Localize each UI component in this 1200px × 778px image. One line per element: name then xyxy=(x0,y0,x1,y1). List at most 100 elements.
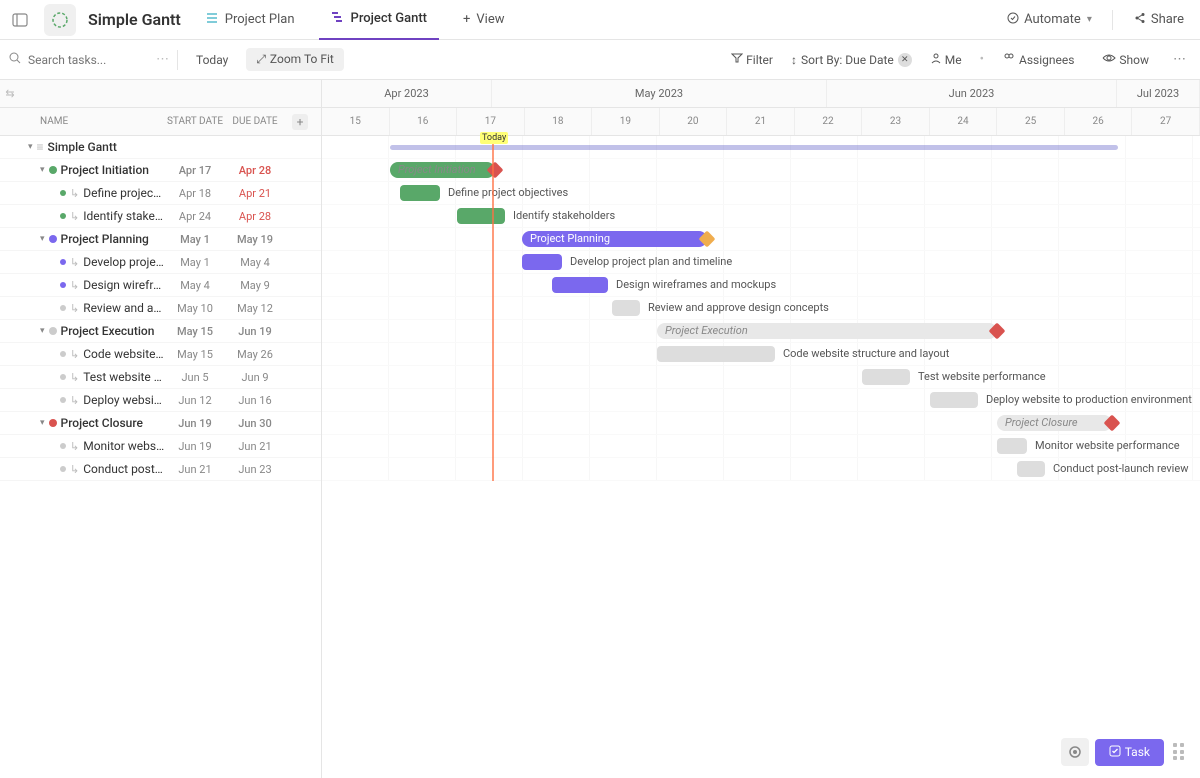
filter-icon xyxy=(731,53,743,67)
column-due[interactable]: Due Date xyxy=(225,116,285,127)
gantt-task-bar[interactable]: Develop project plan and timeline xyxy=(522,254,562,270)
sort-clear-button[interactable]: ✕ xyxy=(898,53,912,67)
automate-button[interactable]: Automate ▾ xyxy=(998,7,1100,33)
start-date-cell[interactable]: May 4 xyxy=(165,279,225,292)
due-date-cell[interactable]: May 26 xyxy=(225,348,285,361)
group-row[interactable]: ▾Project InitiationApr 17Apr 28 xyxy=(0,159,321,182)
week-header-cell: 18 xyxy=(525,108,593,135)
task-row[interactable]: ↳Code website structure and layoutMay 15… xyxy=(0,343,321,366)
share-button[interactable]: Share xyxy=(1125,7,1192,33)
share-icon xyxy=(1133,11,1147,29)
start-date-cell[interactable]: Jun 19 xyxy=(165,440,225,453)
expand-all-icon[interactable]: ⇆ xyxy=(0,87,20,100)
task-row[interactable]: ↳Deploy website to production environmen… xyxy=(0,389,321,412)
add-column-button[interactable]: + xyxy=(292,114,308,130)
group-row[interactable]: ▾Project ClosureJun 19Jun 30 xyxy=(0,412,321,435)
gantt-task-bar[interactable]: Review and approve design concepts xyxy=(612,300,640,316)
group-row[interactable]: ▾Project PlanningMay 1May 19 xyxy=(0,228,321,251)
zoom-to-fit-button[interactable]: ⤢Zoom To Fit xyxy=(246,48,344,71)
tab-project-gantt[interactable]: Project Gantt xyxy=(319,0,439,40)
column-name[interactable]: Name xyxy=(0,116,165,127)
due-date-cell[interactable]: Jun 30 xyxy=(225,417,285,430)
show-button[interactable]: Show xyxy=(1092,48,1159,71)
due-date-cell[interactable]: Jun 16 xyxy=(225,394,285,407)
gantt-task-bar[interactable]: Test website performance xyxy=(862,369,910,385)
apps-grid-button[interactable] xyxy=(1170,740,1188,764)
task-row[interactable]: ↳Identify stakeholdersApr 24Apr 28 xyxy=(0,205,321,228)
due-date-cell[interactable]: Jun 9 xyxy=(225,371,285,384)
me-button[interactable]: Me xyxy=(920,48,972,71)
caret-icon[interactable]: ▾ xyxy=(40,234,45,244)
users-icon xyxy=(1002,53,1016,67)
gantt-task-bar[interactable]: Define project objectives xyxy=(400,185,440,201)
gantt-task-bar[interactable]: Deploy website to production environment xyxy=(930,392,978,408)
separator xyxy=(177,50,178,70)
search-input[interactable] xyxy=(28,53,128,67)
gantt-group-bar[interactable]: Project Closure xyxy=(997,415,1112,431)
due-date-cell[interactable]: Apr 28 xyxy=(225,210,285,223)
caret-icon[interactable]: ▾ xyxy=(40,326,45,336)
month-header-cell: Jun 2023 xyxy=(827,80,1117,107)
gantt-task-bar[interactable]: Code website structure and layout xyxy=(657,346,775,362)
gantt-task-bar[interactable]: Identify stakeholders xyxy=(457,208,505,224)
gantt-row: Project Execution xyxy=(322,320,1200,343)
due-date-cell[interactable]: May 12 xyxy=(225,302,285,315)
task-row[interactable]: ↳Conduct post-launch reviewJun 21Jun 23 xyxy=(0,458,321,481)
due-date-cell[interactable]: May 9 xyxy=(225,279,285,292)
filter-button[interactable]: Filter xyxy=(721,48,783,71)
start-date-cell[interactable]: Apr 18 xyxy=(165,187,225,200)
start-date-cell[interactable]: May 1 xyxy=(165,256,225,269)
start-date-cell[interactable]: Jun 19 xyxy=(165,417,225,430)
start-date-cell[interactable]: May 15 xyxy=(165,325,225,338)
gantt-row: Project Closure xyxy=(322,412,1200,435)
gantt-task-bar[interactable]: Conduct post-launch review xyxy=(1017,461,1045,477)
task-row[interactable]: ↳Test website performanceJun 5Jun 9 xyxy=(0,366,321,389)
gantt-scroll-thumb[interactable] xyxy=(390,145,1118,150)
group-row[interactable]: ▾≡Simple Gantt xyxy=(0,136,321,159)
start-date-cell[interactable]: Jun 5 xyxy=(165,371,225,384)
gantt-group-bar[interactable]: Project Execution xyxy=(657,323,997,339)
start-date-cell[interactable]: May 15 xyxy=(165,348,225,361)
task-row[interactable]: ↳Monitor website performanceJun 19Jun 21 xyxy=(0,435,321,458)
start-date-cell[interactable]: Apr 24 xyxy=(165,210,225,223)
start-date-cell[interactable]: May 10 xyxy=(165,302,225,315)
add-view-button[interactable]: + View xyxy=(451,0,517,40)
month-header-cell: May 2023 xyxy=(492,80,827,107)
start-date-cell[interactable]: Apr 17 xyxy=(165,164,225,177)
due-date-cell[interactable]: Jun 23 xyxy=(225,463,285,476)
caret-icon[interactable]: ▾ xyxy=(28,142,33,152)
week-header-cell: 25 xyxy=(997,108,1065,135)
due-date-cell[interactable]: May 19 xyxy=(225,233,285,246)
start-date-cell[interactable]: Jun 12 xyxy=(165,394,225,407)
gantt-group-bar[interactable]: Project Planning xyxy=(522,231,707,247)
new-task-button[interactable]: Task xyxy=(1095,739,1164,766)
due-date-cell[interactable]: Jun 21 xyxy=(225,440,285,453)
assignees-button[interactable]: Assignees xyxy=(992,48,1084,71)
due-date-cell[interactable]: Apr 21 xyxy=(225,187,285,200)
more-icon[interactable]: ⋯ xyxy=(156,52,169,67)
gantt-task-bar[interactable]: Monitor website performance xyxy=(997,438,1027,454)
sort-chip[interactable]: ↕ Sort By: Due Date ✕ xyxy=(791,53,912,67)
more-options-icon[interactable]: ⋯ xyxy=(1167,52,1192,67)
today-button[interactable]: Today xyxy=(186,49,238,71)
task-row[interactable]: ↳Develop project plan and timelineMay 1M… xyxy=(0,251,321,274)
start-date-cell[interactable]: Jun 21 xyxy=(165,463,225,476)
gantt-group-bar[interactable]: Project Initiation xyxy=(390,162,495,178)
status-bullet xyxy=(49,419,57,427)
task-row[interactable]: ↳Review and approve design conceptsMay 1… xyxy=(0,297,321,320)
column-start[interactable]: Start Date xyxy=(165,116,225,127)
start-date-cell[interactable]: May 1 xyxy=(165,233,225,246)
record-button[interactable] xyxy=(1061,738,1089,766)
status-bullet xyxy=(49,235,57,243)
due-date-cell[interactable]: May 4 xyxy=(225,256,285,269)
task-row[interactable]: ↳Design wireframes and mockupsMay 4May 9 xyxy=(0,274,321,297)
tab-project-plan[interactable]: Project Plan xyxy=(193,0,307,40)
due-date-cell[interactable]: Apr 28 xyxy=(225,164,285,177)
caret-icon[interactable]: ▾ xyxy=(40,165,45,175)
due-date-cell[interactable]: Jun 19 xyxy=(225,325,285,338)
task-row[interactable]: ↳Define project objectivesApr 18Apr 21 xyxy=(0,182,321,205)
caret-icon[interactable]: ▾ xyxy=(40,418,45,428)
group-row[interactable]: ▾Project ExecutionMay 15Jun 19 xyxy=(0,320,321,343)
gantt-task-bar[interactable]: Design wireframes and mockups xyxy=(552,277,608,293)
sidebar-toggle-icon[interactable] xyxy=(8,8,32,32)
